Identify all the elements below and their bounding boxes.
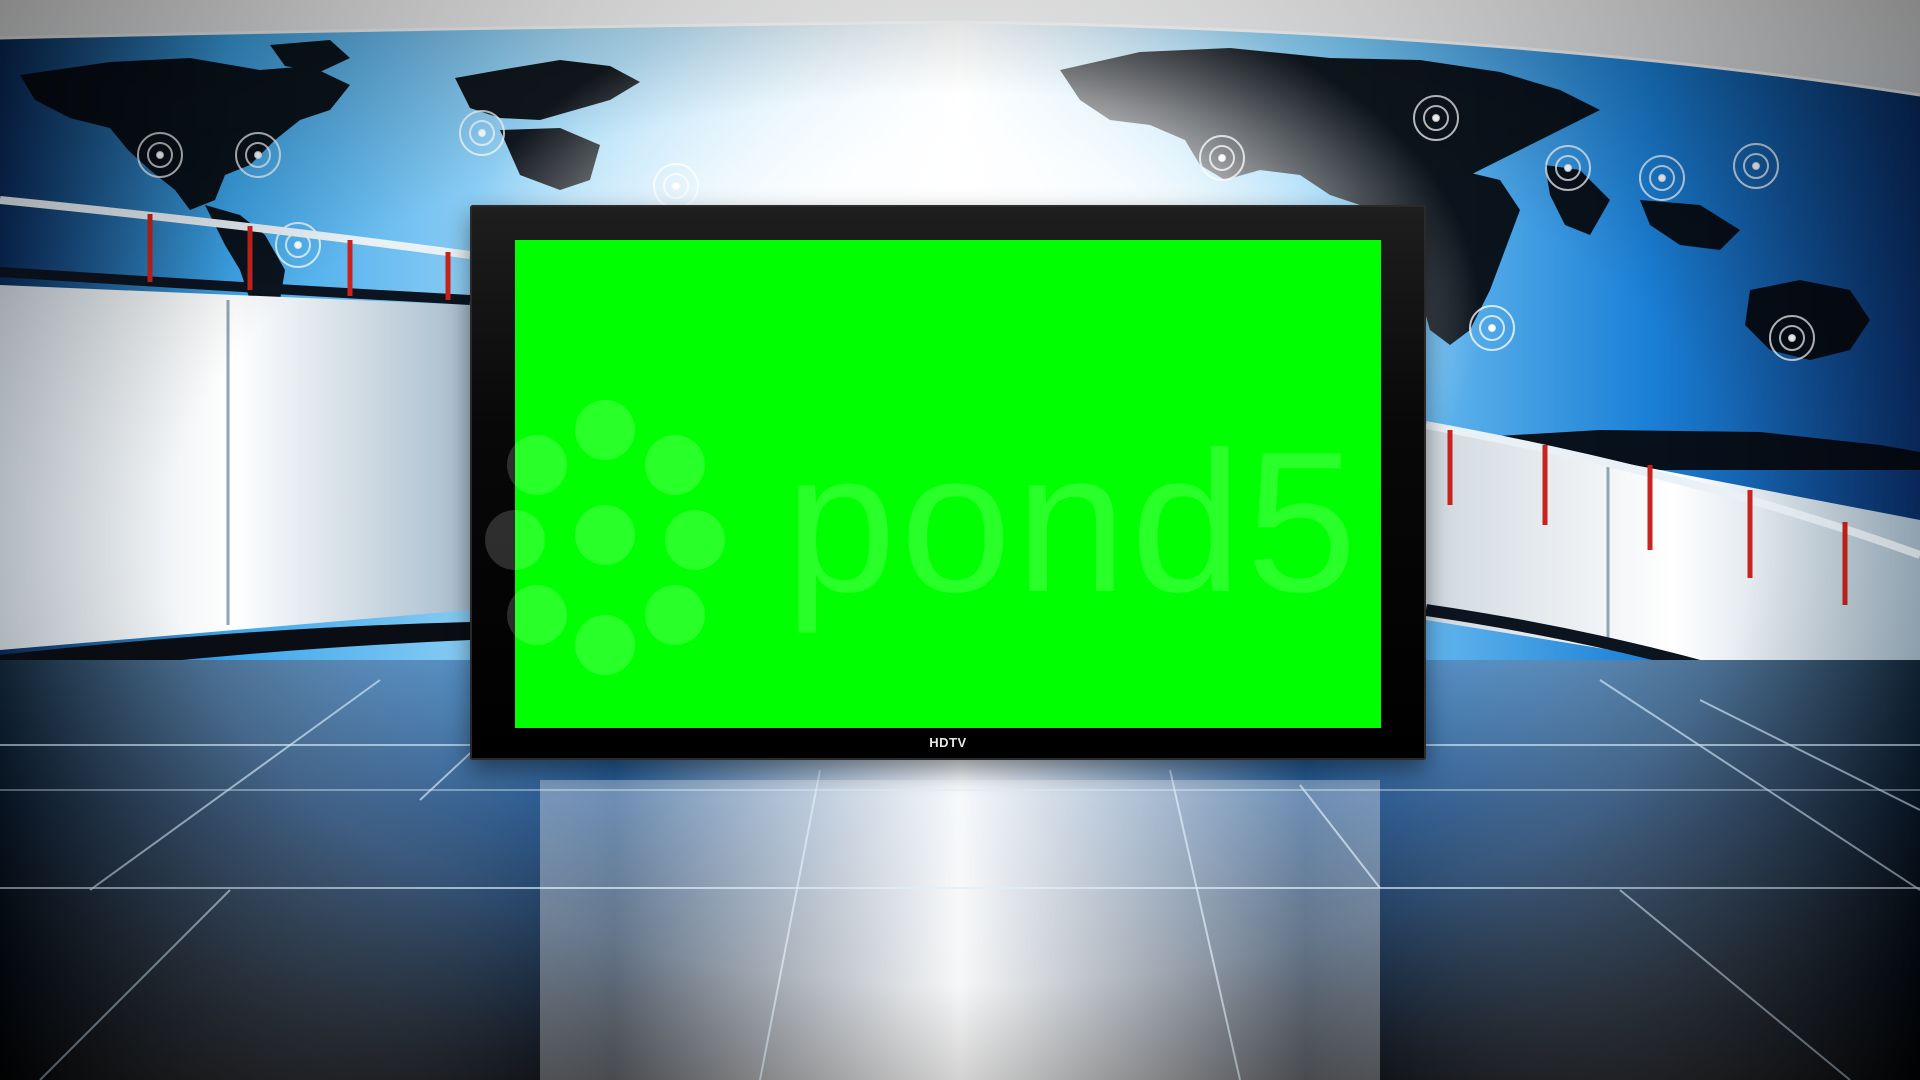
monitor-brand-label: HDTV (929, 735, 967, 750)
green-screen-display (515, 240, 1381, 728)
news-studio-scene: HDTV pond5 (0, 0, 1920, 1080)
hdtv-monitor: HDTV (470, 205, 1426, 760)
